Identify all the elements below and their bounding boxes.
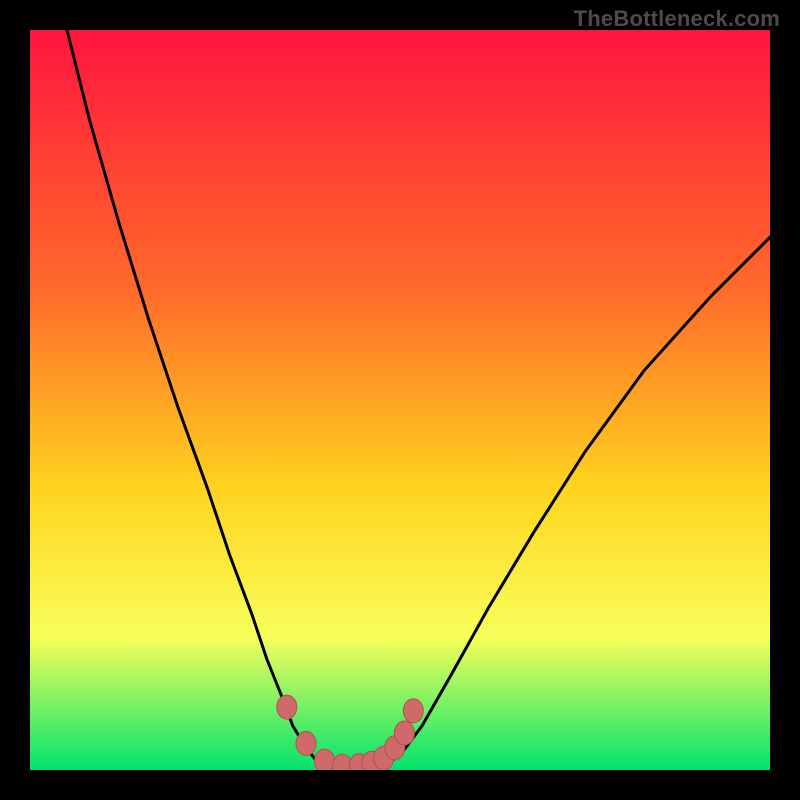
marker-point <box>394 721 414 745</box>
marker-point <box>403 699 423 723</box>
marker-point <box>296 731 316 755</box>
marker-point <box>315 749 335 770</box>
watermark-text: TheBottleneck.com <box>574 6 780 32</box>
chart-frame: TheBottleneck.com <box>0 0 800 800</box>
marker-point <box>277 695 297 719</box>
plot-area <box>30 30 770 770</box>
gradient-background <box>30 30 770 770</box>
chart-svg <box>30 30 770 770</box>
